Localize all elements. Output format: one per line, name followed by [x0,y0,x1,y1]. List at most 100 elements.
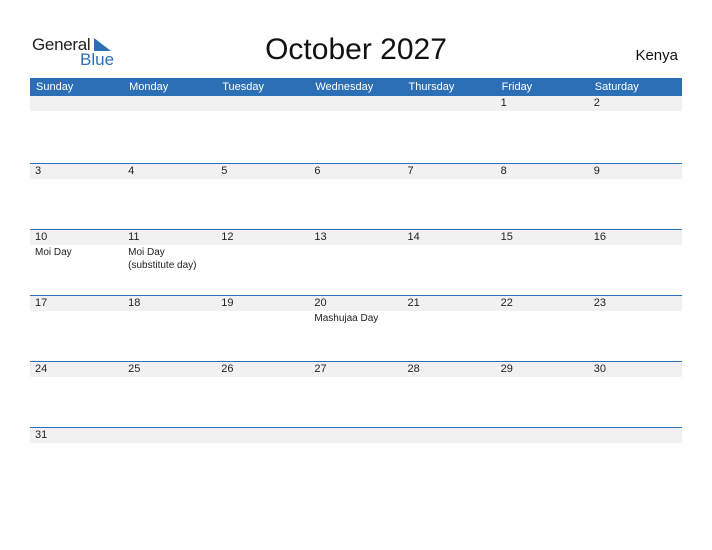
day-number [402,428,496,443]
holiday-label: Mashujaa Day [314,313,379,324]
day-number: 6 [309,164,403,179]
day-number: 13 [309,230,403,245]
day-cell: 7 [402,164,496,179]
day-number: 31 [30,428,124,443]
day-number: 12 [216,230,310,245]
day-number: 26 [216,362,310,377]
day-cell: 12 [216,230,310,272]
day-number: 29 [495,362,589,377]
day-cell: 30 [588,362,682,377]
day-number: 17 [30,296,124,311]
day-number [402,96,496,111]
holiday-label: Moi Day (substitute day) [128,247,197,271]
day-number: 1 [495,96,589,111]
page-title: October 2027 [265,33,447,66]
day-number: 7 [402,164,496,179]
empty-day-cell [402,96,496,111]
day-cell: 23 [588,296,682,325]
day-cell: 2 [588,96,682,111]
weekday-header: Sunday Monday Tuesday Wednesday Thursday Frid… [30,78,682,96]
day-number: 16 [588,230,682,245]
day-cell: 13 [309,230,403,272]
day-number [123,96,217,111]
day-number [309,96,403,111]
day-number [495,428,589,443]
day-number: 15 [495,230,589,245]
day-number [588,428,682,443]
day-cell: 18 [123,296,217,325]
day-number: 28 [402,362,496,377]
country-label: Kenya [635,47,678,64]
day-cell: 24 [30,362,124,377]
day-cell: 5 [216,164,310,179]
day-number: 23 [588,296,682,311]
day-number: 5 [216,164,310,179]
day-cell: 25 [123,362,217,377]
weekday-tuesday: Tuesday [222,81,265,93]
day-number: 10 [30,230,124,245]
weekday-friday: Friday [501,81,533,93]
day-number: 27 [309,362,403,377]
day-number: 2 [588,96,682,111]
week-row: 10 Moi Day 11 Moi Day (substitute day) 12 13 1… [30,229,682,295]
empty-day-cell [216,428,310,443]
week-row: 3456789 [30,163,682,229]
weekday-saturday: Saturday [594,81,639,93]
weekday-thursday: Thursday [408,81,455,93]
empty-day-cell [402,428,496,443]
day-cell: 22 [495,296,589,325]
day-number: 21 [402,296,496,311]
calendar-weeks: 1 2 3 4 5 6 7 8 9 10 Moi Day 11 Moi Day (substitute … [30,96,682,493]
weekday-wednesday: Wednesday [315,81,374,93]
week-row: 12 [30,96,682,163]
week-row: 31 [30,427,682,493]
week-row: 17 18 19 20 Mashujaa Day 21 22 23 [30,295,682,361]
empty-day-cell [30,96,124,111]
empty-day-cell [309,428,403,443]
day-number [216,428,310,443]
day-cell: 14 [402,230,496,272]
day-number: 20 [309,296,403,311]
day-cell: 15 [495,230,589,272]
day-number: 30 [588,362,682,377]
day-cell: 16 [588,230,682,272]
day-cell: 4 [123,164,217,179]
empty-day-cell [216,96,310,111]
day-cell: 10 Moi Day [30,230,124,272]
day-cell: 9 [588,164,682,179]
day-cell: 31 [30,428,124,443]
day-number: 8 [495,164,589,179]
day-number: 19 [216,296,310,311]
holiday-label: Moi Day [35,247,72,258]
empty-day-cell [123,428,217,443]
day-cell: 8 [495,164,589,179]
week-row: 24 25 26 27 28 29 30 [30,361,682,427]
day-number [123,428,217,443]
weekday-monday: Monday [129,81,169,93]
day-number: 24 [30,362,124,377]
day-cell: 3 [30,164,124,179]
day-number: 14 [402,230,496,245]
day-cell: 19 [216,296,310,325]
weekday-sunday: Sunday [36,81,74,93]
day-cell: 1 [495,96,589,111]
day-number: 18 [123,296,217,311]
empty-day-cell [495,428,589,443]
day-cell: 17 [30,296,124,325]
empty-day-cell [123,96,217,111]
day-cell: 28 [402,362,496,377]
day-cell: 27 [309,362,403,377]
day-number: 9 [588,164,682,179]
day-number [216,96,310,111]
day-number: 3 [30,164,124,179]
day-number: 4 [123,164,217,179]
day-cell: 6 [309,164,403,179]
day-number: 25 [123,362,217,377]
day-number [309,428,403,443]
day-number: 22 [495,296,589,311]
day-number [30,96,124,111]
day-cell: 21 [402,296,496,325]
day-number: 11 [123,230,217,245]
calendar-grid: Sunday Monday Tuesday Wednesday Thursday Frid… [30,78,682,493]
empty-day-cell [309,96,403,111]
